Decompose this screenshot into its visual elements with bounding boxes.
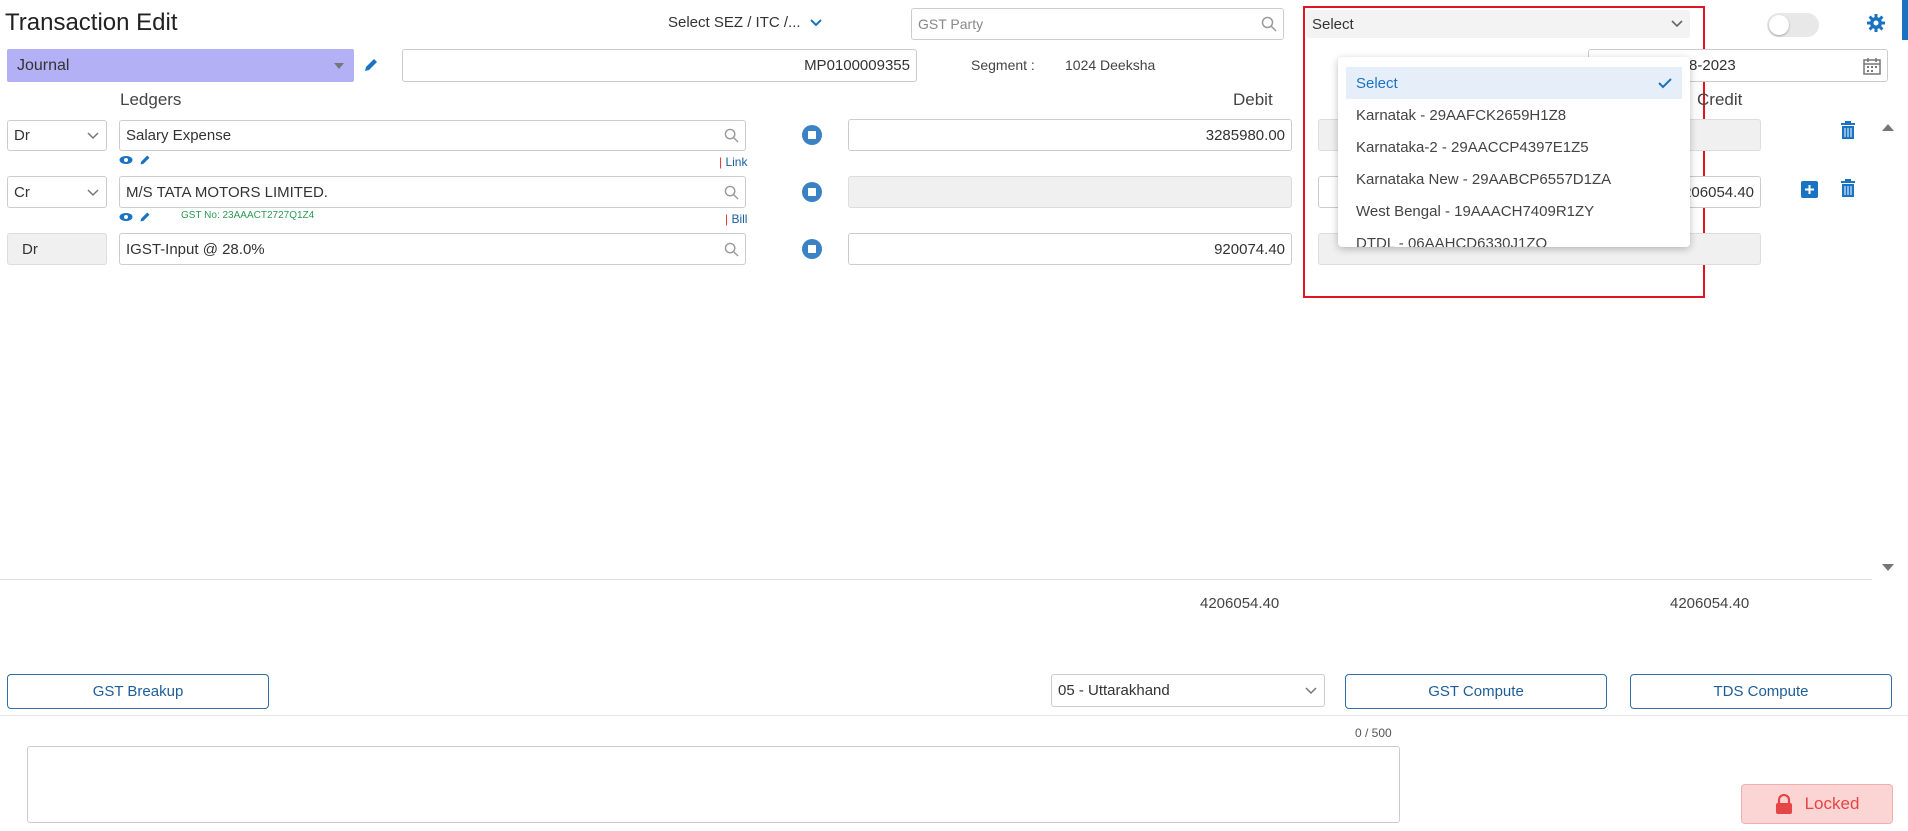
debit-header: Debit [1233, 90, 1273, 109]
document-icon[interactable] [802, 239, 822, 259]
search-icon[interactable] [1261, 16, 1277, 32]
chevron-down-icon [86, 188, 100, 197]
divider [0, 715, 1908, 716]
voucher-type-value: Journal [17, 56, 70, 74]
locked-button[interactable]: Locked [1741, 784, 1893, 824]
gst-number-text: GST No: 23AAACT2727Q1Z4 [181, 210, 315, 221]
dropdown-option[interactable]: Karnataka New - 29AABCP6557D1ZA [1346, 163, 1682, 195]
chevron-down-icon [809, 18, 823, 28]
option-label: Select [1356, 74, 1398, 92]
check-icon [1658, 77, 1672, 89]
ledger-input[interactable]: Salary Expense [119, 120, 746, 151]
search-icon[interactable] [724, 185, 739, 200]
trash-icon[interactable] [1840, 179, 1856, 197]
pencil-icon[interactable] [363, 57, 379, 73]
caret-down-icon [334, 62, 344, 69]
locked-label: Locked [1804, 794, 1860, 813]
debit-input[interactable] [848, 176, 1292, 208]
document-icon[interactable] [802, 182, 822, 202]
bill-link[interactable]: | Bill [725, 212, 747, 226]
dr-cr-value: Dr [14, 127, 30, 144]
gstin-select-value: Select [1312, 15, 1354, 33]
dr-cr-select[interactable]: Dr [7, 233, 107, 265]
ledger-actions [119, 154, 151, 166]
debit-value: 3285980.00 [1205, 126, 1285, 144]
dropdown-option[interactable]: West Bengal - 19AAACH7409R1ZY [1346, 195, 1682, 227]
ledger-value: M/S TATA MOTORS LIMITED. [126, 183, 328, 201]
document-icon[interactable] [802, 125, 822, 145]
scroll-up-arrow[interactable] [1881, 122, 1895, 132]
scroll-down-arrow[interactable] [1881, 563, 1895, 573]
right-edge-tab [1902, 0, 1908, 40]
gst-breakup-button[interactable]: GST Breakup [7, 674, 269, 709]
debit-input[interactable]: 3285980.00 [848, 119, 1292, 151]
chevron-down-icon [1304, 686, 1318, 695]
state-value: 05 - Uttarakhand [1058, 682, 1170, 699]
calendar-icon[interactable] [1863, 57, 1881, 75]
ledger-value: IGST-Input @ 28.0% [126, 240, 265, 258]
dropdown-option-select[interactable]: Select [1346, 67, 1682, 99]
link-text[interactable]: | Link [719, 155, 747, 169]
trash-icon[interactable] [1840, 121, 1856, 139]
chevron-down-icon [86, 131, 100, 140]
char-counter: 0 / 500 [1355, 726, 1392, 740]
dr-cr-value: Dr [22, 240, 38, 258]
eye-icon[interactable] [119, 212, 133, 222]
pencil-icon[interactable] [139, 154, 151, 166]
dr-cr-value: Cr [14, 183, 30, 201]
pencil-icon[interactable] [139, 211, 151, 223]
voucher-number-input[interactable]: MP0100009355 [402, 49, 917, 82]
voucher-number-value: MP0100009355 [804, 57, 910, 74]
ledger-input[interactable]: IGST-Input @ 28.0% [119, 233, 746, 265]
dropdown-option[interactable]: Karnatak - 29AAFCK2659H1Z8 [1346, 99, 1682, 131]
segment-value: 1024 Deeksha [1065, 57, 1156, 73]
bill-label: Bill [731, 212, 748, 226]
eye-icon[interactable] [119, 154, 133, 166]
link-label: Link [725, 155, 748, 169]
gst-party-placeholder: GST Party [918, 16, 984, 32]
gstin-dropdown-menu: Select Karnatak - 29AAFCK2659H1Z8 Karnat… [1338, 57, 1690, 247]
tds-compute-button[interactable]: TDS Compute [1630, 674, 1892, 709]
page-title: Transaction Edit [5, 9, 178, 36]
narration-textarea[interactable] [27, 746, 1400, 823]
chevron-down-icon [1670, 19, 1684, 29]
gear-icon[interactable] [1866, 13, 1886, 33]
dropdown-option[interactable]: Karnataka-2 - 29AACCP4397E1Z5 [1346, 131, 1682, 163]
divider [0, 579, 1872, 580]
lock-icon [1775, 794, 1793, 814]
search-icon[interactable] [724, 242, 739, 257]
debit-value: 920074.40 [1214, 240, 1285, 258]
sez-itc-selector[interactable]: Select SEZ / ITC /... [668, 14, 823, 31]
dropdown-option[interactable]: DTDL - 06AAHCD6330J1ZO [1346, 227, 1682, 248]
total-credit: 4206054.40 [1670, 595, 1750, 612]
ledger-actions [119, 211, 151, 223]
credit-header: Credit [1697, 90, 1743, 109]
voucher-type-select[interactable]: Journal [7, 49, 354, 82]
gst-compute-button[interactable]: GST Compute [1345, 674, 1607, 709]
dr-cr-select[interactable]: Dr [7, 120, 107, 151]
gstin-select[interactable]: Select [1306, 10, 1690, 38]
debit-input[interactable]: 920074.40 [848, 233, 1292, 265]
sez-itc-label: Select SEZ / ITC /... [668, 14, 801, 31]
total-debit: 4206054.40 [1200, 595, 1280, 612]
dr-cr-select[interactable]: Cr [7, 176, 107, 208]
ledger-input[interactable]: M/S TATA MOTORS LIMITED. [119, 176, 746, 208]
ledger-value: Salary Expense [126, 127, 232, 144]
search-icon[interactable] [724, 128, 739, 143]
add-row-icon[interactable] [1801, 181, 1818, 198]
ledgers-header: Ledgers [120, 90, 182, 109]
segment-label: Segment : [971, 57, 1035, 73]
gst-party-input[interactable]: GST Party [911, 8, 1284, 40]
toggle-switch[interactable] [1767, 13, 1819, 37]
state-select[interactable]: 05 - Uttarakhand [1051, 674, 1325, 707]
